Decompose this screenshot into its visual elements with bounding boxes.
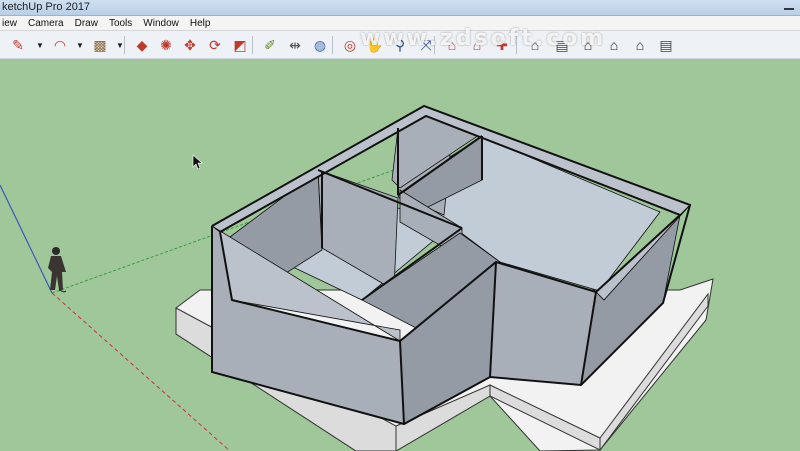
orbit-tool-button[interactable]: ◎ (340, 35, 360, 55)
follow-me-icon: ✺ (160, 36, 172, 53)
tape-measure-icon: ✐ (264, 36, 276, 53)
chevron-down-icon[interactable]: ▼ (76, 41, 84, 50)
right-view-icon: ⌂ (609, 37, 619, 53)
toolbar-separator (124, 36, 125, 54)
toolbar-separator (332, 36, 333, 54)
shape-tool-button[interactable]: ▩ (90, 35, 110, 55)
dimension-icon: ⇹ (289, 36, 301, 53)
rotate-icon: ⟳ (209, 36, 221, 53)
dimension-tool-button[interactable]: ⇹ (285, 35, 305, 55)
rotate-tool-button[interactable]: ⟳ (205, 35, 225, 55)
line-tool-button[interactable]: ✎ (8, 35, 28, 55)
back-view-button[interactable]: ⌂ (630, 35, 650, 55)
arc-tool-button[interactable]: ◠ (50, 35, 70, 55)
paint-bucket-icon: ◍ (313, 36, 327, 53)
chevron-down-icon[interactable]: ▼ (116, 41, 124, 50)
minimize-icon[interactable] (784, 2, 794, 10)
chevron-down-icon[interactable]: ▼ (36, 41, 44, 50)
title-bar: ketchUp Pro 2017 (0, 0, 800, 16)
paint-bucket-tool-button[interactable]: ◍ (310, 35, 330, 55)
viewport-canvas[interactable] (0, 59, 800, 451)
move-icon: ✥ (184, 36, 196, 53)
menu-view[interactable]: iew (2, 18, 17, 29)
window-title: ketchUp Pro 2017 (2, 1, 91, 13)
orbit-icon: ◎ (343, 36, 357, 53)
left-view-icon: ▤ (659, 36, 673, 53)
follow-me-tool-button[interactable]: ✺ (156, 35, 176, 55)
menu-camera[interactable]: Camera (28, 18, 64, 29)
push-pull-tool-button[interactable]: ◆ (132, 35, 152, 55)
tape-measure-tool-button[interactable]: ✐ (260, 35, 280, 55)
watermark-text: www.zdsoft.com (360, 26, 607, 51)
menu-help[interactable]: Help (190, 18, 211, 29)
push-pull-icon: ◆ (136, 36, 148, 53)
right-view-button[interactable]: ⌂ (604, 35, 624, 55)
back-view-icon: ⌂ (635, 37, 645, 53)
menu-window[interactable]: Window (143, 18, 179, 29)
move-tool-button[interactable]: ✥ (180, 35, 200, 55)
pencil-icon: ✎ (12, 36, 24, 53)
rectangle-icon: ▩ (93, 36, 107, 53)
scale-icon: ◩ (233, 36, 247, 53)
menu-draw[interactable]: Draw (75, 18, 98, 29)
window-controls[interactable] (784, 2, 794, 10)
model-viewport[interactable] (0, 59, 800, 451)
arc-icon: ◠ (53, 36, 67, 53)
left-view-button[interactable]: ▤ (656, 35, 676, 55)
toolbar-separator (252, 36, 253, 54)
scale-tool-button[interactable]: ◩ (230, 35, 250, 55)
menu-tools[interactable]: Tools (109, 18, 132, 29)
